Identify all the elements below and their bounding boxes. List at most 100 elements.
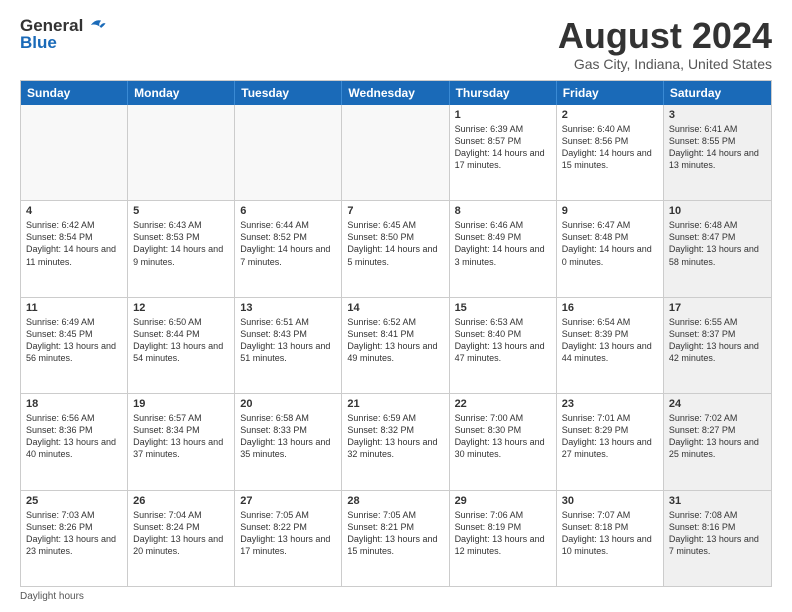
calendar-cell: 2Sunrise: 6:40 AM Sunset: 8:56 PM Daylig… — [557, 105, 664, 200]
day-info: Sunrise: 6:39 AM Sunset: 8:57 PM Dayligh… — [455, 123, 551, 172]
calendar-cell — [342, 105, 449, 200]
day-info: Sunrise: 6:41 AM Sunset: 8:55 PM Dayligh… — [669, 123, 766, 172]
calendar-cell: 13Sunrise: 6:51 AM Sunset: 8:43 PM Dayli… — [235, 298, 342, 393]
header-day-monday: Monday — [128, 81, 235, 105]
calendar-cell: 12 Sunrise: 6:50 AM Sunset: 8:44 PM Dayli… — [128, 298, 235, 393]
day-number: 17 — [669, 302, 766, 314]
day-number: 23 — [562, 398, 658, 410]
calendar-cell: 8 Sunrise: 6:46 AM Sunset: 8:49 PM Daylig… — [450, 201, 557, 296]
calendar-body: 1 Sunrise: 6:39 AM Sunset: 8:57 PM Daylig… — [21, 105, 771, 586]
day-number: 29 — [455, 495, 551, 507]
day-info: Sunrise: 6:48 AM Sunset: 8:47 PM Dayligh… — [669, 219, 766, 268]
day-info: Sunrise: 7:04 AM Sunset: 8:24 PM Dayligh… — [133, 509, 229, 558]
day-number: 18 — [26, 398, 122, 410]
day-number: 3 — [669, 109, 766, 121]
day-info: Sunrise: 7:05 AM Sunset: 8:21 PM Dayligh… — [347, 509, 443, 558]
day-number: 8 — [455, 205, 551, 217]
day-number: 26 — [133, 495, 229, 507]
header-day-sunday: Sunday — [21, 81, 128, 105]
calendar-title: August 2024 — [558, 16, 772, 56]
day-info: Sunrise: 6:55 AM Sunset: 8:37 PM Dayligh… — [669, 316, 766, 365]
header-day-tuesday: Tuesday — [235, 81, 342, 105]
day-info: Sunrise: 7:08 AM Sunset: 8:16 PM Dayligh… — [669, 509, 766, 558]
calendar-cell: 1 Sunrise: 6:39 AM Sunset: 8:57 PM Daylig… — [450, 105, 557, 200]
calendar-cell: 15Sunrise: 6:53 AM Sunset: 8:40 PM Dayli… — [450, 298, 557, 393]
day-number: 21 — [347, 398, 443, 410]
calendar-header-row: SundayMondayTuesdayWednesdayThursdayFrid… — [21, 81, 771, 105]
day-info: Sunrise: 6:50 AM Sunset: 8:44 PM Dayligh… — [133, 316, 229, 365]
calendar-cell: 7 Sunrise: 6:45 AM Sunset: 8:50 PM Daylig… — [342, 201, 449, 296]
day-number: 1 — [455, 109, 551, 121]
header-day-wednesday: Wednesday — [342, 81, 449, 105]
day-number: 14 — [347, 302, 443, 314]
calendar-cell: 30 Sunrise: 7:07 AM Sunset: 8:18 PM Dayli… — [557, 491, 664, 586]
calendar-cell: 29 Sunrise: 7:06 AM Sunset: 8:19 PM Dayli… — [450, 491, 557, 586]
day-number: 7 — [347, 205, 443, 217]
page: General Blue August 2024 Gas City, India… — [0, 0, 792, 612]
day-info: Sunrise: 6:47 AM Sunset: 8:48 PM Dayligh… — [562, 219, 658, 268]
calendar-cell: 14 Sunrise: 6:52 AM Sunset: 8:41 PM Dayli… — [342, 298, 449, 393]
calendar-cell: 18 Sunrise: 6:56 AM Sunset: 8:36 PM Dayli… — [21, 394, 128, 489]
logo: General Blue — [20, 16, 107, 53]
footer-note: Daylight hours — [20, 591, 772, 602]
day-info: Sunrise: 6:49 AM Sunset: 8:45 PM Dayligh… — [26, 316, 122, 365]
day-number: 31 — [669, 495, 766, 507]
day-info: Sunrise: 6:45 AM Sunset: 8:50 PM Dayligh… — [347, 219, 443, 268]
day-info: Sunrise: 6:54 AM Sunset: 8:39 PM Dayligh… — [562, 316, 658, 365]
day-info: Sunrise: 7:07 AM Sunset: 8:18 PM Dayligh… — [562, 509, 658, 558]
day-number: 30 — [562, 495, 658, 507]
day-info: Sunrise: 6:58 AM Sunset: 8:33 PM Dayligh… — [240, 412, 336, 461]
day-number: 19 — [133, 398, 229, 410]
day-info: Sunrise: 7:05 AM Sunset: 8:22 PM Dayligh… — [240, 509, 336, 558]
day-number: 12 — [133, 302, 229, 314]
day-number: 16 — [562, 302, 658, 314]
calendar-cell: 22 Sunrise: 7:00 AM Sunset: 8:30 PM Dayli… — [450, 394, 557, 489]
day-number: 28 — [347, 495, 443, 507]
day-number: 9 — [562, 205, 658, 217]
day-info: Sunrise: 7:01 AM Sunset: 8:29 PM Dayligh… — [562, 412, 658, 461]
day-number: 2 — [562, 109, 658, 121]
title-block: August 2024 Gas City, Indiana, United St… — [558, 16, 772, 72]
day-info: Sunrise: 7:03 AM Sunset: 8:26 PM Dayligh… — [26, 509, 122, 558]
calendar-cell: 28 Sunrise: 7:05 AM Sunset: 8:21 PM Dayli… — [342, 491, 449, 586]
day-info: Sunrise: 6:46 AM Sunset: 8:49 PM Dayligh… — [455, 219, 551, 268]
calendar-week-4: 18 Sunrise: 6:56 AM Sunset: 8:36 PM Dayli… — [21, 394, 771, 490]
calendar-cell: 16 Sunrise: 6:54 AM Sunset: 8:39 PM Dayli… — [557, 298, 664, 393]
calendar-cell: 23 Sunrise: 7:01 AM Sunset: 8:29 PM Dayli… — [557, 394, 664, 489]
calendar-cell: 11 Sunrise: 6:49 AM Sunset: 8:45 PM Dayli… — [21, 298, 128, 393]
calendar-cell: 25Sunrise: 7:03 AM Sunset: 8:26 PM Dayli… — [21, 491, 128, 586]
logo-bird-icon — [85, 14, 107, 36]
calendar-cell: 21 Sunrise: 6:59 AM Sunset: 8:32 PM Dayli… — [342, 394, 449, 489]
calendar-week-1: 1 Sunrise: 6:39 AM Sunset: 8:57 PM Daylig… — [21, 105, 771, 201]
calendar-cell: 6Sunrise: 6:44 AM Sunset: 8:52 PM Daylig… — [235, 201, 342, 296]
day-number: 4 — [26, 205, 122, 217]
header: General Blue August 2024 Gas City, India… — [20, 16, 772, 72]
day-info: Sunrise: 6:42 AM Sunset: 8:54 PM Dayligh… — [26, 219, 122, 268]
day-number: 20 — [240, 398, 336, 410]
day-info: Sunrise: 7:00 AM Sunset: 8:30 PM Dayligh… — [455, 412, 551, 461]
header-day-saturday: Saturday — [664, 81, 771, 105]
day-number: 22 — [455, 398, 551, 410]
header-day-thursday: Thursday — [450, 81, 557, 105]
day-number: 5 — [133, 205, 229, 217]
day-number: 15 — [455, 302, 551, 314]
day-number: 24 — [669, 398, 766, 410]
day-info: Sunrise: 7:06 AM Sunset: 8:19 PM Dayligh… — [455, 509, 551, 558]
calendar-cell: 17 Sunrise: 6:55 AM Sunset: 8:37 PM Dayli… — [664, 298, 771, 393]
calendar-cell: 27 Sunrise: 7:05 AM Sunset: 8:22 PM Dayli… — [235, 491, 342, 586]
day-info: Sunrise: 6:59 AM Sunset: 8:32 PM Dayligh… — [347, 412, 443, 461]
calendar-cell: 26 Sunrise: 7:04 AM Sunset: 8:24 PM Dayli… — [128, 491, 235, 586]
day-number: 11 — [26, 302, 122, 314]
calendar: SundayMondayTuesdayWednesdayThursdayFrid… — [20, 80, 772, 587]
calendar-cell: 31 Sunrise: 7:08 AM Sunset: 8:16 PM Dayli… — [664, 491, 771, 586]
logo-blue-text: Blue — [20, 34, 107, 53]
day-number: 27 — [240, 495, 336, 507]
calendar-cell — [21, 105, 128, 200]
day-info: Sunrise: 6:52 AM Sunset: 8:41 PM Dayligh… — [347, 316, 443, 365]
calendar-cell: 24Sunrise: 7:02 AM Sunset: 8:27 PM Dayli… — [664, 394, 771, 489]
calendar-cell: 3 Sunrise: 6:41 AM Sunset: 8:55 PM Daylig… — [664, 105, 771, 200]
calendar-cell: 9 Sunrise: 6:47 AM Sunset: 8:48 PM Daylig… — [557, 201, 664, 296]
day-info: Sunrise: 6:56 AM Sunset: 8:36 PM Dayligh… — [26, 412, 122, 461]
day-number: 10 — [669, 205, 766, 217]
calendar-week-3: 11 Sunrise: 6:49 AM Sunset: 8:45 PM Dayli… — [21, 298, 771, 394]
